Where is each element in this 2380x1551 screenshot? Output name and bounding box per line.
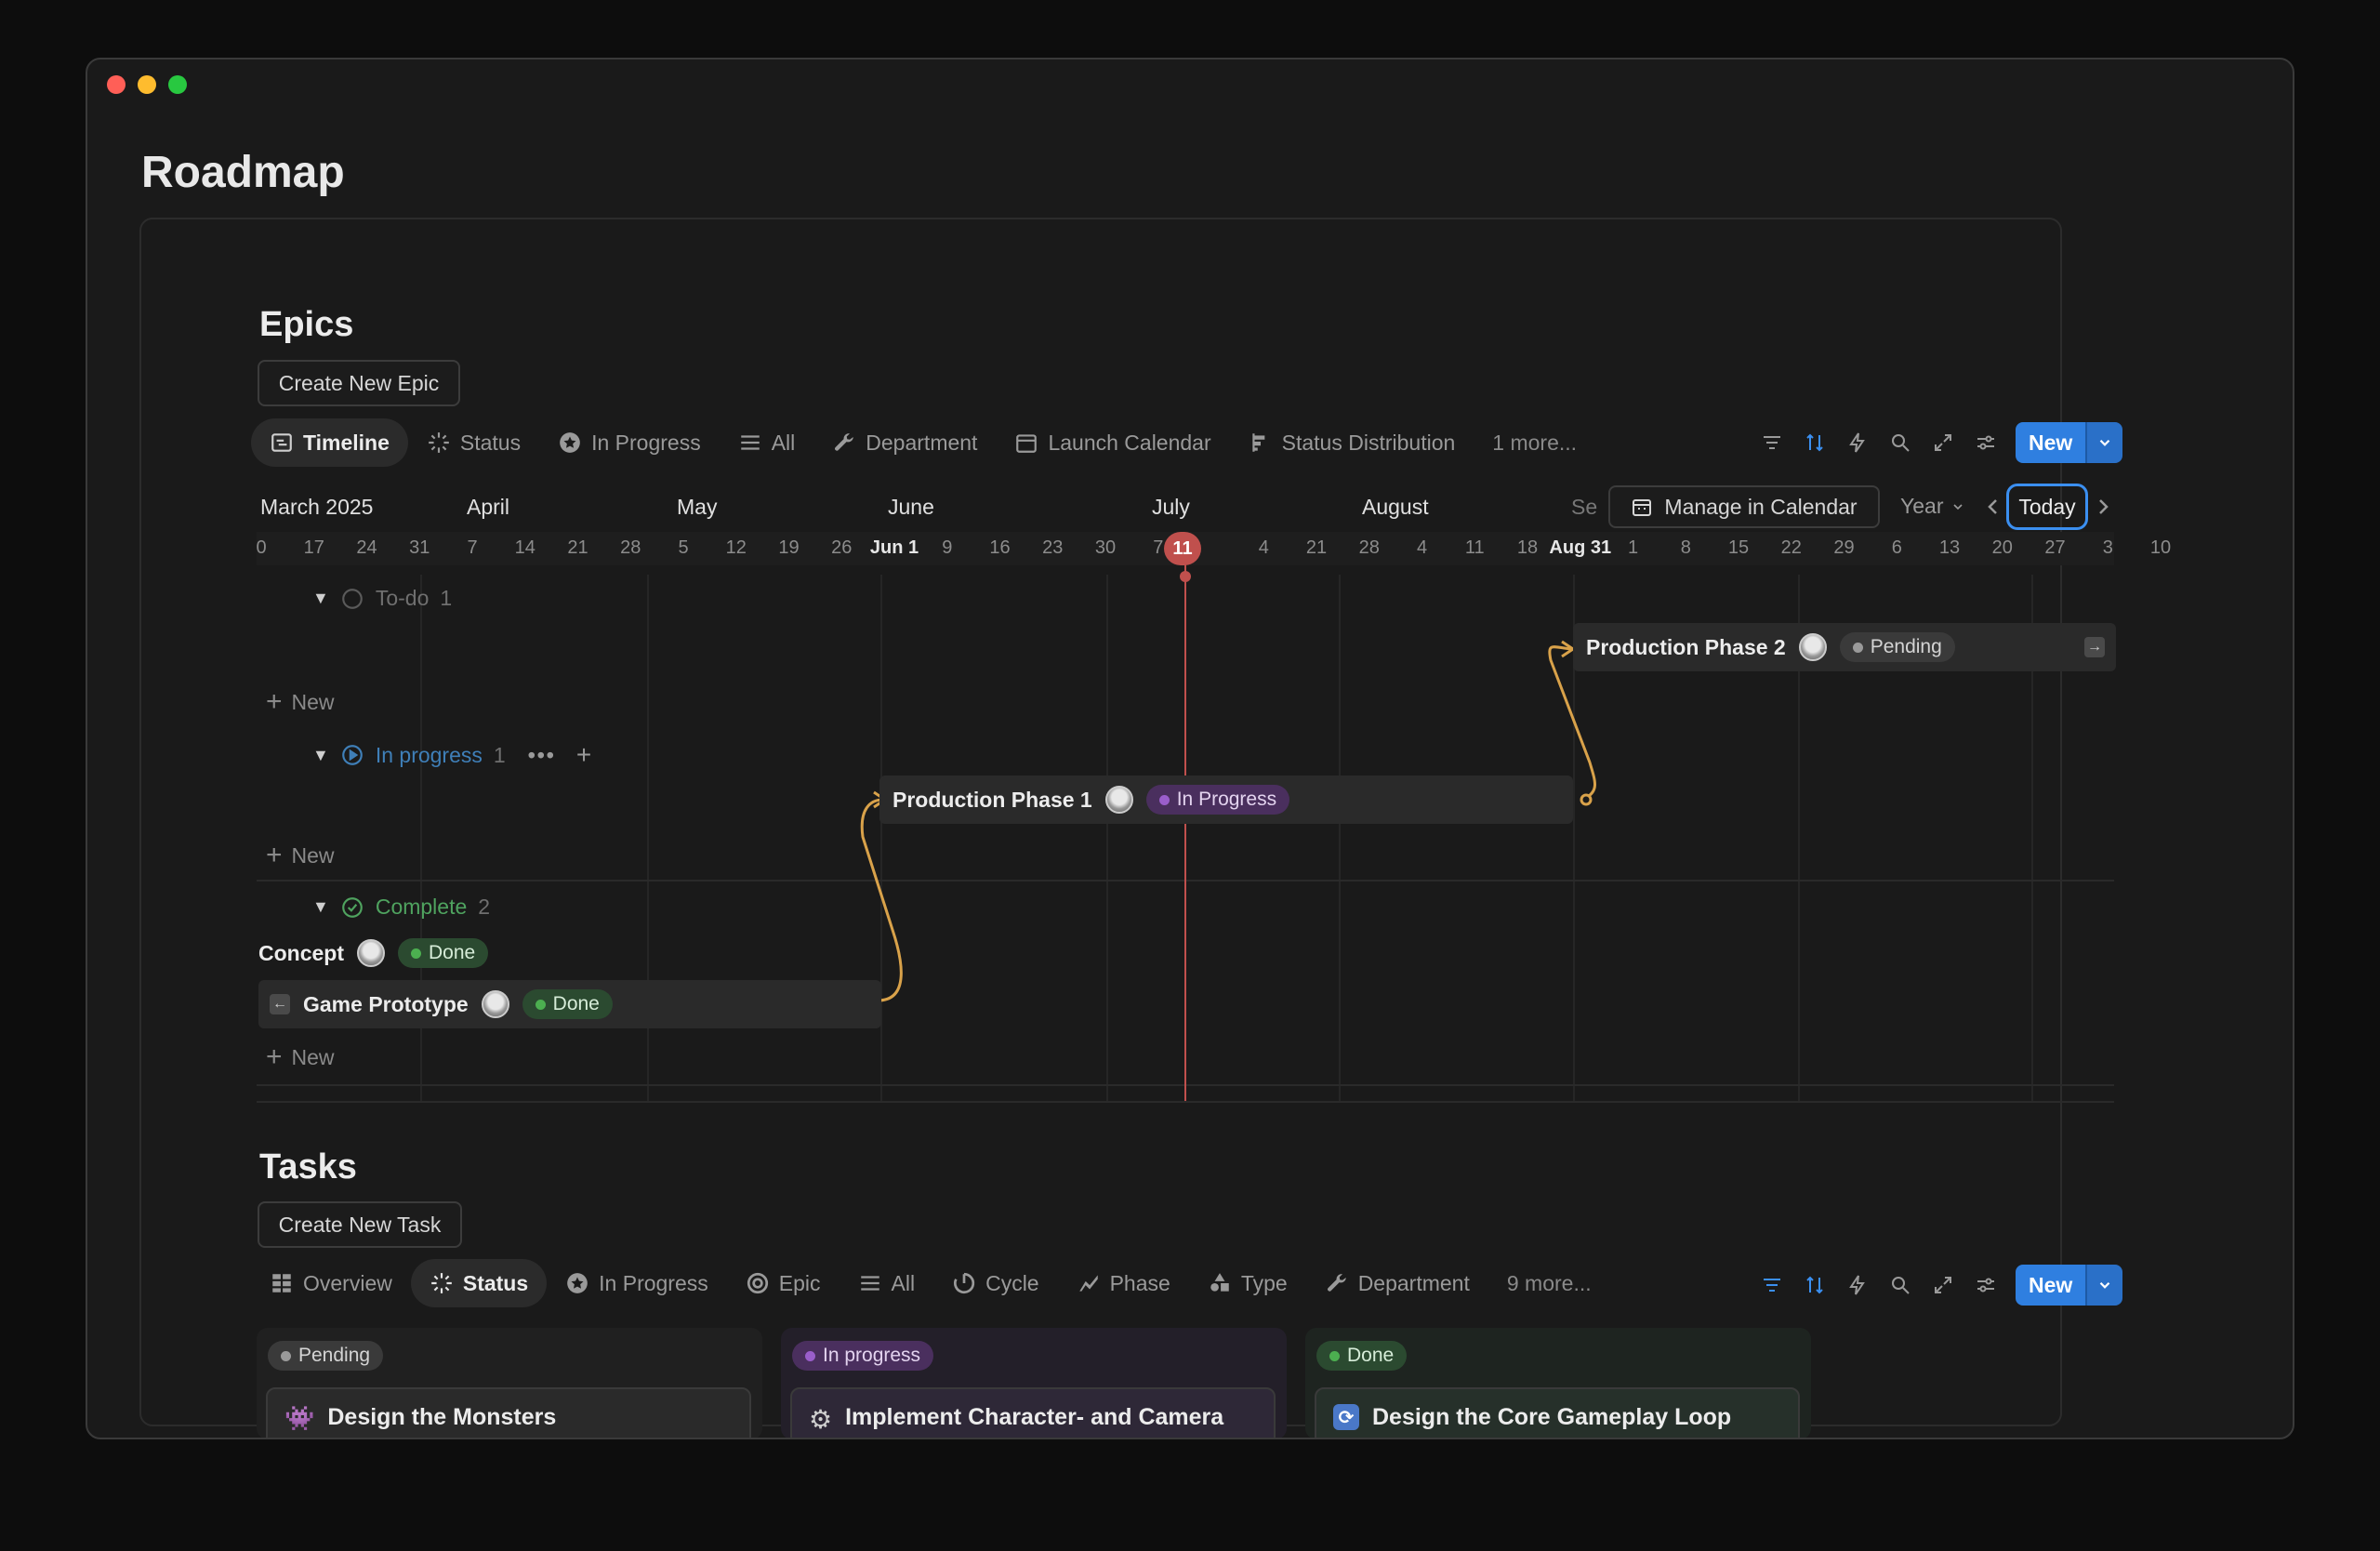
board-clip: Pending 👾 Design the Monsters In progres… — [0, 0, 2380, 1438]
loop-icon: ⟳ — [1333, 1404, 1359, 1430]
task-title: Design the Core Gameplay Loop — [1372, 1404, 1732, 1430]
task-card[interactable]: 👾 Design the Monsters — [266, 1387, 751, 1438]
column-status-badge[interactable]: Done — [1316, 1341, 1408, 1371]
board-column-in-progress: In progress ⚙ Implement Character- and C… — [781, 1328, 1287, 1438]
status-dot — [281, 1350, 291, 1361]
board-column-done: Done ⟳ Design the Core Gameplay Loop — [1305, 1328, 1811, 1438]
task-title: Design the Monsters — [327, 1404, 557, 1430]
task-card[interactable]: ⟳ Design the Core Gameplay Loop — [1315, 1387, 1800, 1438]
status-dot — [805, 1350, 815, 1361]
column-status-label: Done — [1347, 1345, 1395, 1366]
column-status-label: In progress — [823, 1345, 921, 1366]
column-status-label: Pending — [298, 1345, 371, 1366]
column-status-badge[interactable]: Pending — [268, 1341, 384, 1371]
column-status-badge[interactable]: In progress — [792, 1341, 934, 1371]
task-card[interactable]: ⚙ Implement Character- and Camera — [790, 1387, 1276, 1438]
gear-icon: ⚙ — [809, 1405, 833, 1434]
status-dot — [1329, 1350, 1340, 1361]
task-title: Implement Character- and Camera — [845, 1404, 1224, 1430]
board-column-pending: Pending 👾 Design the Monsters — [257, 1328, 762, 1438]
monster-icon: 👾 — [284, 1404, 315, 1432]
